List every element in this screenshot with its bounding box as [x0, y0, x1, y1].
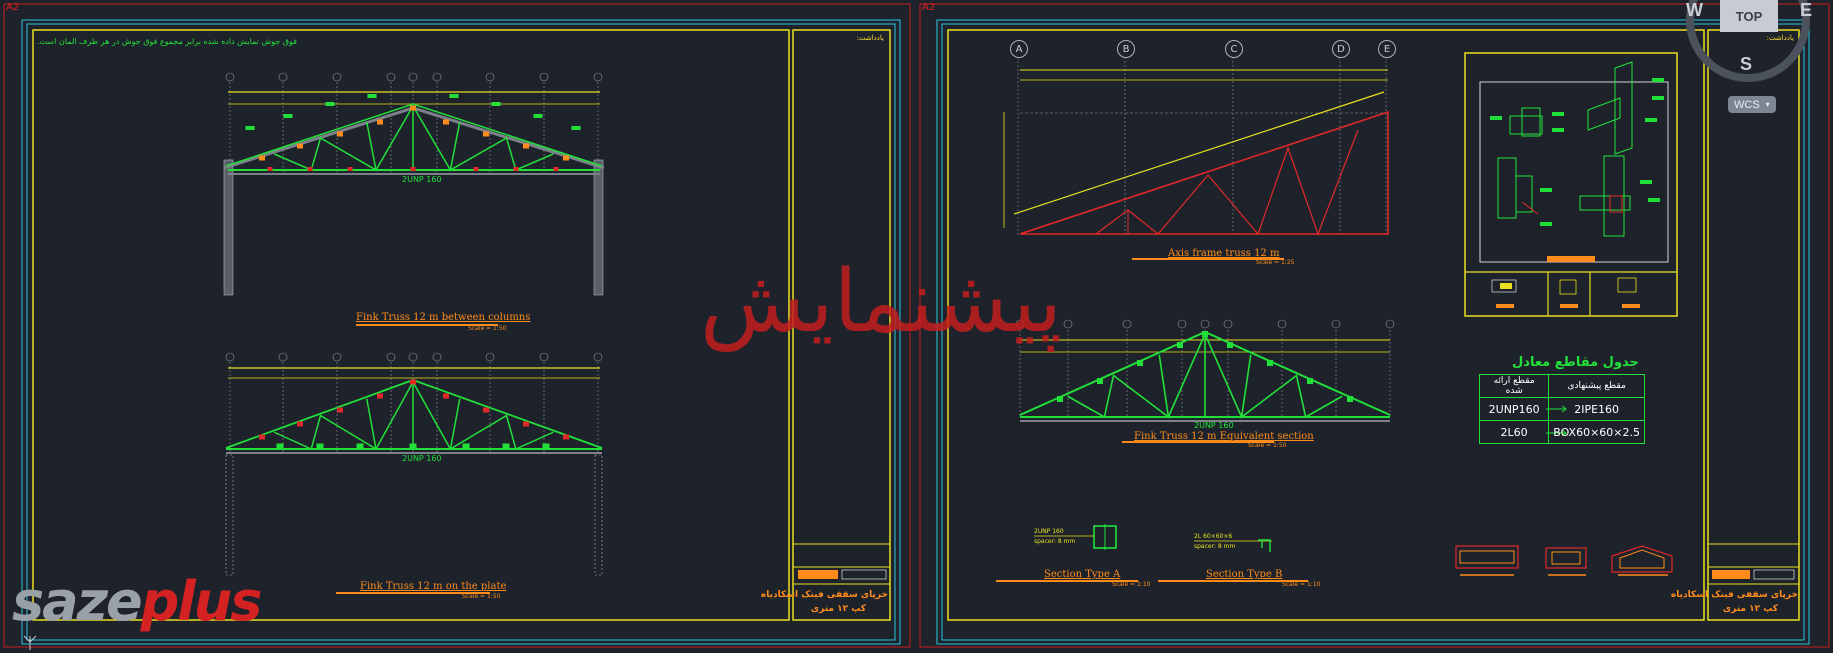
- axis-bubble-d: D: [1332, 40, 1350, 58]
- drawing-title: Fink Truss 12 m Equivalent section: [1134, 431, 1314, 442]
- chevron-down-icon: ▾: [1765, 100, 1770, 109]
- section-scale: Scale = 1:10: [1282, 581, 1321, 588]
- wcs-label: WCS: [1734, 98, 1760, 111]
- base-plate-details: [1455, 545, 1673, 576]
- fink-truss-between-columns: [223, 72, 605, 296]
- drawing-scale: Scale = 1:50: [1248, 442, 1287, 449]
- table-cell: BOX60×60×2.5: [1548, 420, 1645, 444]
- table-title: جدول مقاطع معادل: [1512, 355, 1639, 370]
- titleblock-header: یادداشت:: [1766, 34, 1794, 42]
- viewcube-west[interactable]: W: [1686, 0, 1703, 21]
- table-cell: 2L60: [1478, 420, 1550, 444]
- ucs-icon: [23, 635, 37, 650]
- table-row: 2UNP160 2IPE160: [1478, 397, 1645, 421]
- equivalent-sections-table: مقطع ارائه شده مقطع پیشنهادی 2UNP160 2IP…: [1478, 374, 1645, 444]
- axis-bubble-a: A: [1010, 40, 1028, 58]
- section-label: 2UNP 160: [1194, 421, 1234, 430]
- section-label: 2UNP 160: [402, 454, 442, 463]
- table-header-row: مقطع ارائه شده مقطع پیشنهادی: [1478, 374, 1645, 398]
- fink-truss-on-plate: [225, 352, 603, 576]
- section-label: 2UNP 160: [402, 175, 442, 184]
- titleblock-header: یادداشت:: [856, 34, 884, 42]
- titleblock-title: خرپای سقفی فینک اسکادیاه: [760, 590, 888, 600]
- weld-note: فوق جوش نمایش داده شده برابر مجموع فوق ج…: [37, 37, 297, 46]
- section-a-note: 2UNP 160: [1034, 528, 1064, 535]
- preview-watermark: پیشنمایش: [700, 252, 1063, 352]
- sazeplus-logo: sazeplus: [12, 570, 263, 633]
- section-b-note: 2L 60×60×6: [1194, 533, 1233, 540]
- viewcube-east[interactable]: E: [1800, 0, 1812, 21]
- logo-part-plus: plus: [140, 570, 263, 633]
- axis-frame-truss: [1003, 57, 1389, 236]
- axis-bubble-e: E: [1378, 40, 1396, 58]
- section-scale: Scale = 1:10: [1112, 581, 1151, 588]
- section-title: Section Type B: [1206, 569, 1283, 580]
- wcs-menu-button[interactable]: WCS ▾: [1728, 96, 1776, 113]
- table-cell: 2IPE160: [1548, 397, 1645, 421]
- axis-bubble-b: B: [1117, 40, 1135, 58]
- section-b-note: spacer: 8 mm: [1194, 543, 1236, 550]
- section-a-note: spacer: 8 mm: [1034, 538, 1076, 545]
- titleblock-box: [841, 569, 887, 580]
- layout-tab-left[interactable]: A2: [6, 2, 19, 13]
- logo-part-saze: saze: [12, 570, 143, 633]
- drawing-title: Fink Truss 12 m on the plate: [360, 581, 507, 592]
- titleblock-subtitle: کپ ۱۲ متری: [1722, 604, 1778, 614]
- connection-details-box: [1464, 52, 1678, 317]
- sheet-right-titleblock: [1707, 29, 1800, 621]
- drawing-scale: Scale = 1:50: [462, 593, 501, 600]
- drawing-scale: Scale = 1:50: [468, 325, 507, 332]
- fink-truss-equivalent: [1015, 319, 1395, 422]
- cad-viewport[interactable]: A2 A2 فوق جوش نمایش داده شده برابر مجموع…: [0, 0, 1833, 653]
- drawing-title: Axis frame truss 12 m: [1168, 248, 1280, 259]
- drawing-title: Fink Truss 12 m between columns: [356, 312, 531, 323]
- titleblock-logo-bar: [798, 570, 838, 579]
- drawing-scale: Scale = 1:25: [1256, 259, 1295, 266]
- section-title: Section Type A: [1044, 569, 1121, 580]
- axis-bubble-c: C: [1225, 40, 1243, 58]
- layout-tab-right[interactable]: A2: [922, 2, 935, 13]
- viewcube-top-face[interactable]: TOP: [1720, 0, 1778, 32]
- viewcube-south[interactable]: S: [1740, 54, 1752, 75]
- titleblock-title: خرپای سقفی فینک اسکادیاه: [1670, 590, 1798, 600]
- titleblock-subtitle: کپ ۱۲ متری: [810, 604, 866, 614]
- table-cell: 2UNP160: [1478, 397, 1550, 421]
- table-header-cell: مقطع ارائه شده: [1478, 374, 1550, 398]
- table-header-cell: مقطع پیشنهادی: [1548, 374, 1645, 398]
- table-row: 2L60 BOX60×60×2.5: [1478, 420, 1645, 444]
